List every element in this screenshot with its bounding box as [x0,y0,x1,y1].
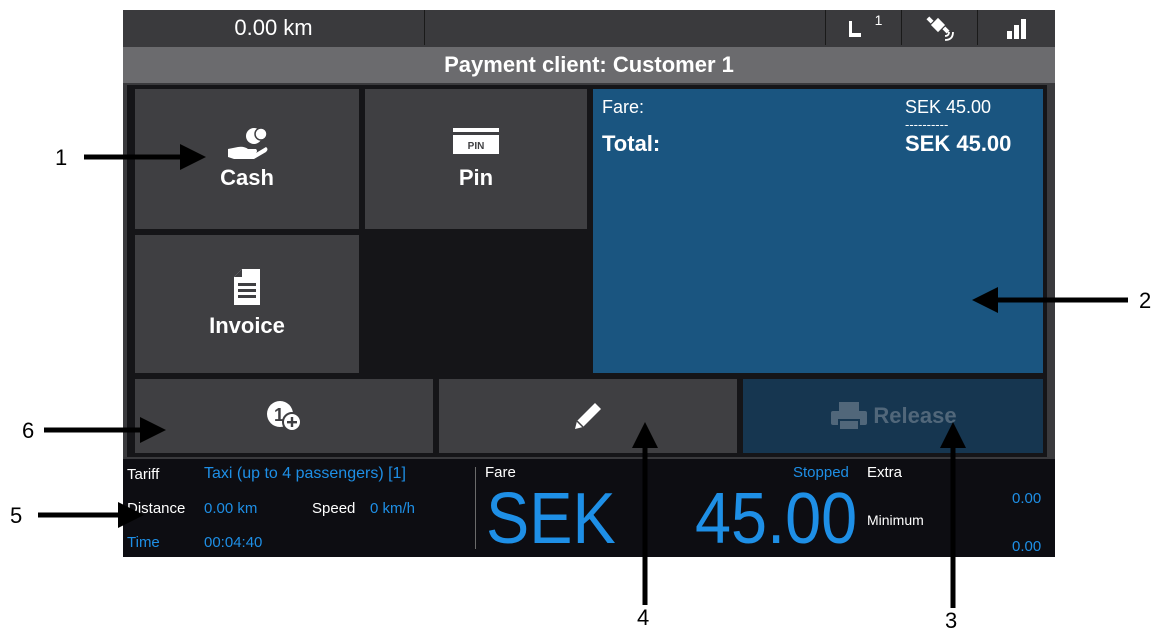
arrow-2 [972,287,1128,313]
arrow-5 [38,502,144,528]
arrow-6 [44,417,166,443]
callout-2: 2 [1139,288,1152,313]
callout-1: 1 [55,145,68,170]
arrow-1 [84,144,206,170]
arrow-3 [940,422,966,608]
callout-4: 4 [637,605,650,630]
arrow-4 [632,422,658,605]
callout-arrows [38,144,1128,608]
callout-3: 3 [945,608,958,633]
callout-6: 6 [22,418,35,443]
callout-5: 5 [10,503,23,528]
